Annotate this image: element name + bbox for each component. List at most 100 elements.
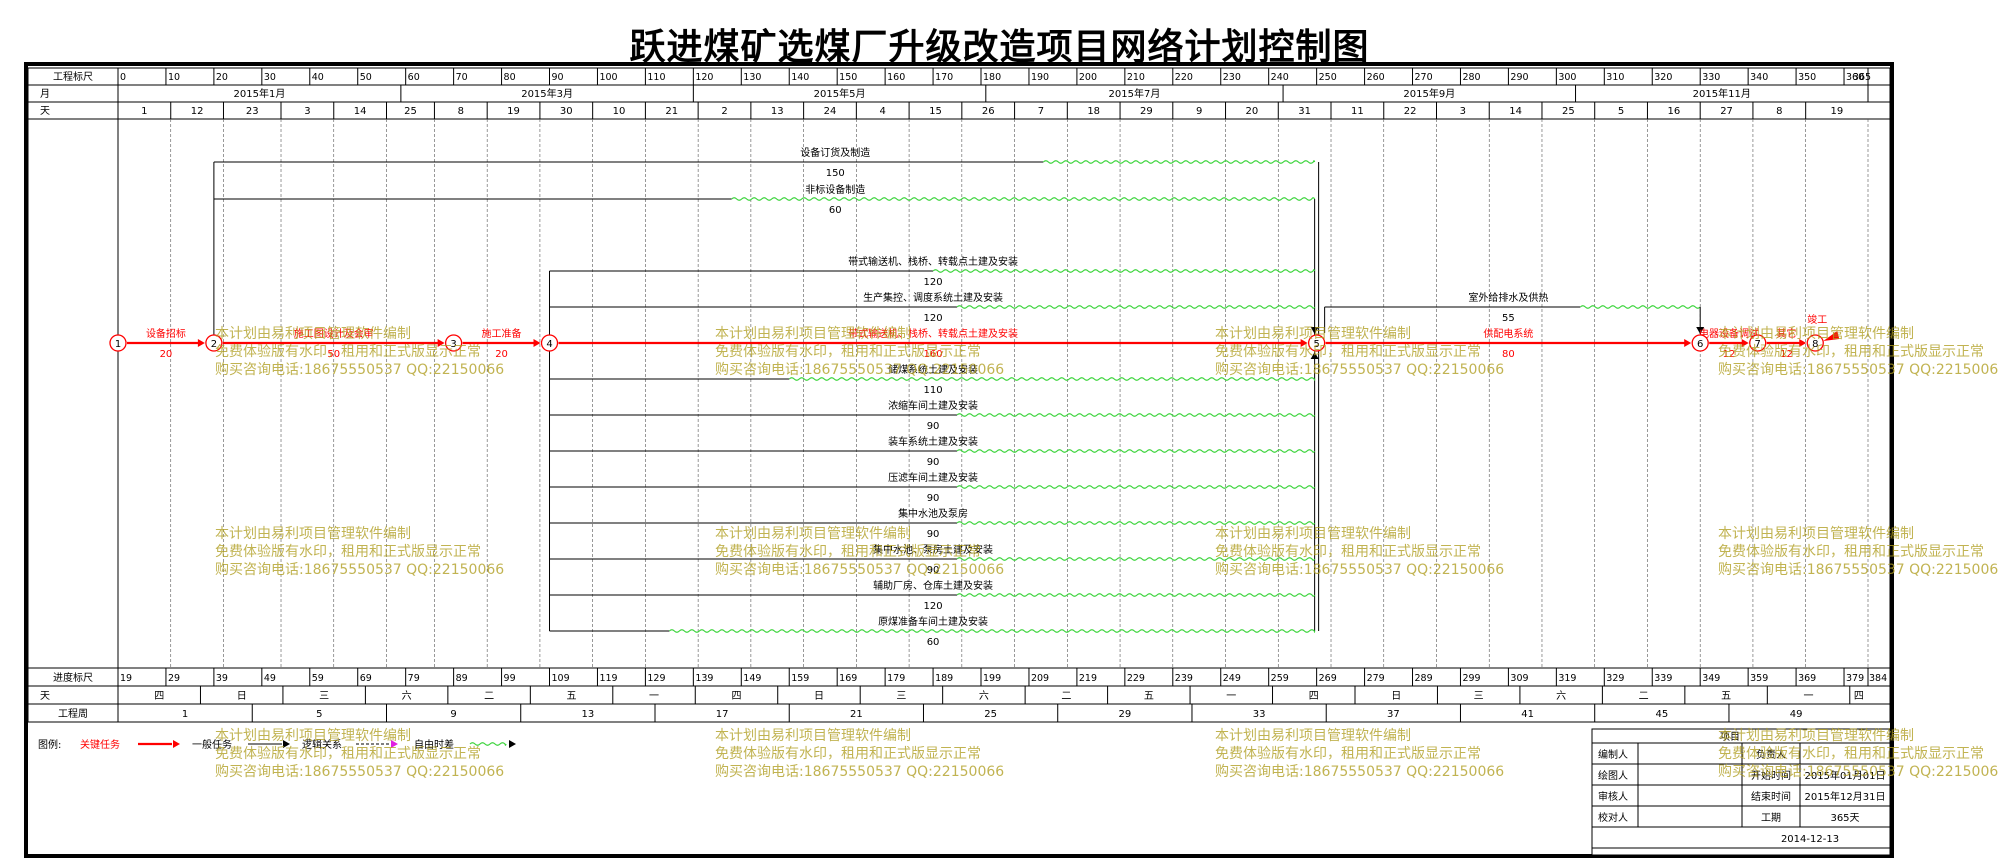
day-label: 21 (665, 106, 678, 117)
progress-tick-label: 79 (408, 673, 420, 684)
day-label: 31 (1298, 106, 1311, 117)
scale-tick-label: 170 (935, 72, 953, 83)
week-label: 41 (1521, 709, 1534, 720)
node-label: 4 (546, 339, 552, 350)
month-label: 2015年5月 (814, 87, 866, 100)
task-duration-label: 90 (927, 529, 940, 540)
critical-task-name: 其它 (1776, 327, 1796, 340)
scale-tick-label: 280 (1462, 72, 1480, 83)
info-duration-value: 365天 (1830, 813, 1859, 824)
free-float-wave (1579, 305, 1701, 309)
progress-tick-label: 384 (1869, 673, 1887, 684)
critical-task-duration: 20 (495, 349, 508, 360)
day-label: 8 (1776, 106, 1782, 117)
critical-task-name: 施工图设计及会审 (294, 327, 374, 340)
day-label: 3 (1460, 106, 1466, 117)
progress-tick-label: 29 (168, 673, 180, 684)
scale-tick-label: 210 (1127, 72, 1145, 83)
critical-task-duration: 80 (1502, 349, 1515, 360)
task-name-label: 室外给排水及供热 (1468, 291, 1548, 304)
day-label: 12 (191, 106, 204, 117)
weekday-label: 六 (402, 690, 412, 702)
progress-tick-label: 329 (1606, 673, 1624, 684)
week-label: 49 (1790, 709, 1803, 720)
critical-arrow-head (1300, 339, 1308, 347)
task-duration-label: 120 (924, 313, 943, 324)
scale-tick-label: 30 (264, 72, 276, 83)
day-label: 14 (1509, 106, 1522, 117)
progress-tick-label: 359 (1750, 673, 1768, 684)
week-label: 21 (850, 709, 863, 720)
node-label: 8 (1812, 339, 1818, 350)
day-label: 5 (1618, 106, 1624, 117)
task-duration-label: 110 (924, 385, 943, 396)
weekday-label: 二 (484, 691, 494, 702)
day-label: 13 (771, 106, 784, 117)
day-label: 10 (613, 106, 626, 117)
progress-tick-label: 49 (264, 673, 276, 684)
legend-logic-label: 逻辑关系 (302, 738, 342, 751)
progress-tick-label: 129 (647, 673, 665, 684)
task-duration-label: 90 (927, 457, 940, 468)
critical-task-name: 施工准备 (482, 327, 522, 340)
month-label: 2015年11月 (1693, 87, 1751, 100)
info-end-label: 结束时间 (1751, 790, 1791, 803)
task-duration-label: 90 (927, 493, 940, 504)
progress-tick-label: 209 (1031, 673, 1049, 684)
task-duration-label: 60 (927, 637, 940, 648)
finish-flag (1823, 331, 1840, 341)
weekday-label: 三 (319, 691, 329, 702)
task-name-label: 集中水池、泵房土建及安装 (873, 543, 993, 556)
day-label: 4 (880, 106, 886, 117)
node-label: 5 (1313, 339, 1319, 350)
day-label: 25 (404, 106, 417, 117)
weekday-label: 五 (1144, 691, 1154, 702)
critical-task-duration: 50 (327, 349, 340, 360)
network-plan-chart: 工程标尺月天进度标尺天工程周 0 10 20 30 40 50 60 70 80 90 100 110… (24, 62, 1894, 858)
scale-tick-label: 270 (1415, 72, 1433, 83)
week-label: 33 (1253, 709, 1266, 720)
scale-tick-label: 320 (1654, 72, 1672, 83)
critical-arrow-head (1741, 339, 1749, 347)
progress-tick-label: 179 (887, 673, 905, 684)
weekday-label: 日 (814, 691, 824, 702)
scale-tick-label: 10 (168, 72, 180, 83)
free-float-wave (956, 521, 1316, 525)
scale-tick-label: 160 (887, 72, 905, 83)
row-label-progress-scale: 进度标尺 (53, 671, 93, 684)
weekday-label: 三 (1474, 691, 1484, 702)
info-left-label: 绘图人 (1598, 769, 1628, 782)
progress-tick-label: 269 (1319, 673, 1337, 684)
scale-tick-label: 110 (647, 72, 665, 83)
progress-tick-label: 369 (1798, 673, 1816, 684)
week-label: 37 (1387, 709, 1400, 720)
task-duration-label: 120 (924, 601, 943, 612)
weekday-label: 五 (1721, 691, 1731, 702)
weekday-label: 一 (1804, 691, 1814, 702)
critical-task-duration: 12 (1780, 349, 1793, 360)
scale-tick-label: 190 (1031, 72, 1049, 83)
weekday-label: 四 (1854, 691, 1864, 702)
scale-tick-label: 240 (1271, 72, 1289, 83)
node-label: 2 (211, 339, 217, 350)
scale-tick-label: 0 (120, 72, 126, 83)
free-float-wave (956, 557, 1316, 561)
task-name-label: 装车系统土建及安装 (888, 435, 978, 448)
info-responsible: 负责人 (1756, 748, 1786, 761)
task-duration-label: 60 (829, 205, 842, 216)
scale-tick-label: 260 (1367, 72, 1385, 83)
month-label: 2015年7月 (1109, 87, 1161, 100)
free-float-wave (731, 197, 1316, 201)
scale-tick-label: 230 (1223, 72, 1241, 83)
progress-tick-label: 89 (456, 673, 468, 684)
scale-tick-label: 40 (312, 72, 324, 83)
day-label: 24 (824, 106, 837, 117)
task-name-label: 集中水池及泵房 (898, 507, 968, 520)
weekday-label: 一 (1226, 691, 1236, 702)
info-left-label: 校对人 (1598, 811, 1628, 824)
scale-tick-label: 340 (1750, 72, 1768, 83)
weekday-label: 四 (731, 691, 741, 702)
row-label-weekday: 天 (40, 691, 50, 702)
scale-tick-label: 20 (216, 72, 228, 83)
scale-tick-label: 150 (839, 72, 857, 83)
